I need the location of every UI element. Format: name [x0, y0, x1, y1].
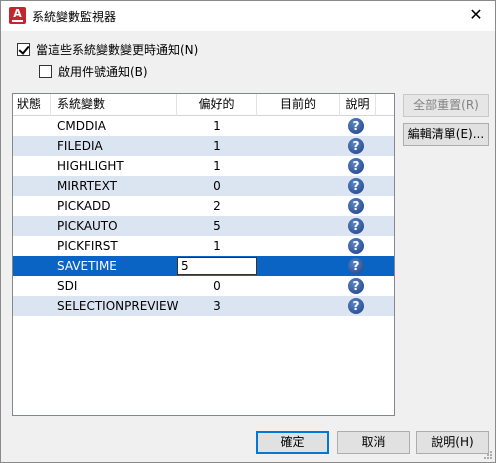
edit-list-button[interactable]: 編輯清單(E)... [403, 123, 489, 146]
close-icon[interactable]: ✕ [467, 6, 485, 24]
current-value [257, 236, 340, 256]
column-status[interactable]: 狀態 [13, 94, 51, 116]
column-preferred[interactable]: 偏好的 [177, 94, 257, 116]
variable-name: FILEDIA [57, 139, 103, 153]
table-row[interactable]: FILEDIA 1? [13, 136, 394, 156]
preferred-value[interactable]: 5 [177, 216, 257, 236]
current-value [257, 136, 340, 156]
balloon-label: 啟用件號通知(B) [58, 65, 148, 79]
variable-name: PICKAUTO [57, 219, 118, 233]
help-icon[interactable]: ? [348, 198, 364, 214]
preferred-value[interactable]: 1 [177, 236, 257, 256]
table-row[interactable]: MIRRTEXT 0? [13, 176, 394, 196]
resize-grip-icon[interactable] [483, 450, 493, 460]
table-header: 狀態 系統變數 偏好的 目前的 說明 [13, 94, 394, 116]
table-row[interactable]: SDI 0? [13, 276, 394, 296]
help-icon[interactable]: ? [348, 178, 364, 194]
app-icon-letter: A [13, 7, 22, 20]
system-variable-table: 狀態 系統變數 偏好的 目前的 說明 CMDDIA 1? FILEDIA 1? HIGH… [12, 93, 395, 416]
column-help[interactable]: 說明 [340, 94, 376, 116]
preferred-value-input[interactable]: 5 [177, 257, 257, 275]
table-row[interactable]: SAVETIME 5? [13, 256, 394, 276]
variable-name: SELECTIONPREVIEW [57, 299, 179, 313]
column-current[interactable]: 目前的 [257, 94, 340, 116]
variable-name: SAVETIME [57, 259, 117, 273]
preferred-value[interactable]: 0 [177, 176, 257, 196]
table-row[interactable]: CMDDIA 1? [13, 116, 394, 136]
cancel-button[interactable]: 取消 [337, 431, 410, 454]
variable-name: MIRRTEXT [57, 179, 117, 193]
table-row[interactable]: PICKAUTO 5? [13, 216, 394, 236]
help-icon[interactable]: ? [348, 258, 364, 274]
ok-button[interactable]: 確定 [256, 431, 329, 454]
variable-name: PICKFIRST [57, 239, 118, 253]
autocad-app-icon: A [9, 7, 26, 24]
table-row[interactable]: PICKFIRST 1? [13, 236, 394, 256]
table-row[interactable]: SELECTIONPREVIEW 3? [13, 296, 394, 316]
column-variable[interactable]: 系統變數 [51, 94, 177, 116]
preferred-value[interactable]: 1 [177, 156, 257, 176]
notify-label: 當這些系統變數變更時通知(N) [36, 43, 199, 57]
help-icon[interactable]: ? [348, 278, 364, 294]
preferred-value[interactable]: 0 [177, 276, 257, 296]
variable-name: SDI [57, 279, 78, 293]
title-bar: A 系統變數監視器 ✕ [1, 1, 495, 31]
reset-all-button[interactable]: 全部重置(R) [403, 94, 489, 117]
preferred-value[interactable]: 3 [177, 296, 257, 316]
preferred-value[interactable]: 1 [177, 116, 257, 136]
current-value [257, 296, 340, 316]
current-value [257, 116, 340, 136]
help-icon[interactable]: ? [348, 118, 364, 134]
preferred-value[interactable]: 1 [177, 136, 257, 156]
balloon-option[interactable]: 啟用件號通知(B) [39, 63, 148, 80]
system-variable-monitor-dialog: A 系統變數監視器 ✕ 當這些系統變數變更時通知(N) 啟用件號通知(B) 狀態… [0, 0, 496, 463]
table-row[interactable]: PICKADD 2? [13, 196, 394, 216]
notify-option[interactable]: 當這些系統變數變更時通知(N) [17, 41, 198, 58]
current-value [257, 256, 340, 276]
current-value [257, 176, 340, 196]
notify-checkbox[interactable] [17, 43, 30, 56]
variable-name: PICKADD [57, 199, 111, 213]
help-button[interactable]: 說明(H) [416, 431, 489, 454]
help-icon[interactable]: ? [348, 158, 364, 174]
preferred-value[interactable]: 2 [177, 196, 257, 216]
balloon-checkbox[interactable] [39, 65, 52, 78]
current-value [257, 156, 340, 176]
window-title: 系統變數監視器 [32, 10, 117, 24]
help-icon[interactable]: ? [348, 218, 364, 234]
help-icon[interactable]: ? [348, 298, 364, 314]
help-icon[interactable]: ? [348, 138, 364, 154]
table-row[interactable]: HIGHLIGHT 1? [13, 156, 394, 176]
current-value [257, 196, 340, 216]
variable-name: CMDDIA [57, 119, 106, 133]
current-value [257, 216, 340, 236]
current-value [257, 276, 340, 296]
help-icon[interactable]: ? [348, 238, 364, 254]
variable-name: HIGHLIGHT [57, 159, 124, 173]
